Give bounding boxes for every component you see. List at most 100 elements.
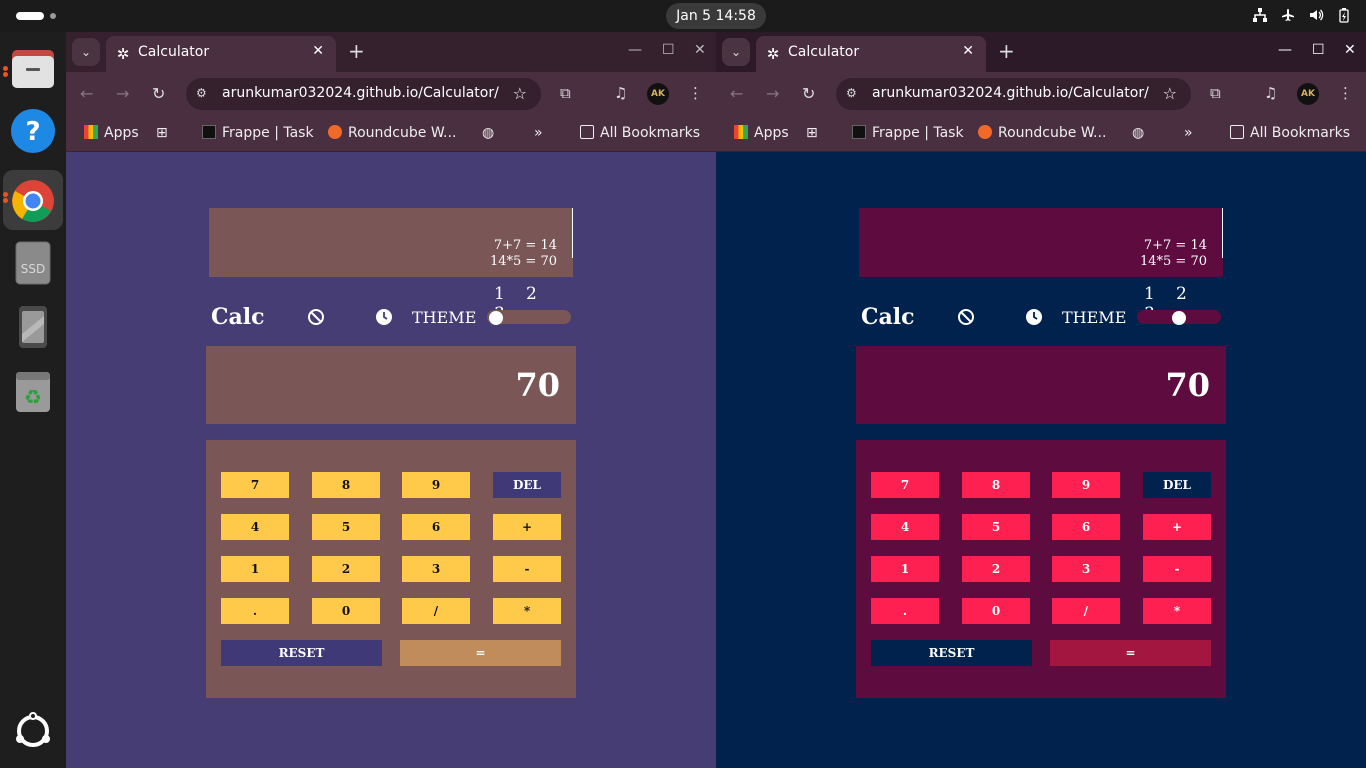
back-icon[interactable]: ← [80,84,93,103]
theme-slider-knob[interactable] [1172,311,1186,325]
bookmark-all[interactable]: All Bookmarks [1230,125,1350,141]
close-tab-icon[interactable]: ✕ [312,43,324,59]
key-0[interactable]: 0 [962,598,1030,624]
theme-slider[interactable] [1137,310,1221,325]
profile-avatar[interactable]: AK [1297,83,1319,105]
bookmark-all[interactable]: All Bookmarks [580,125,700,141]
menu-kebab-icon[interactable]: ⋮ [1338,84,1353,102]
key-5[interactable]: 5 [962,514,1030,540]
key-8[interactable]: 8 [312,472,380,498]
url-text[interactable]: arunkumar032024.github.io/Calculator/ [222,85,499,101]
key-3[interactable]: 3 [1052,556,1120,582]
key-minus[interactable]: - [1143,556,1211,582]
trash-icon[interactable]: ♻ [10,368,56,414]
key-1[interactable]: 1 [871,556,939,582]
bookmark-frappe[interactable]: Frappe | Task [852,125,964,141]
key-plus[interactable]: + [1143,514,1211,540]
key-7[interactable]: 7 [221,472,289,498]
history-clock-icon[interactable] [1025,308,1043,326]
key-decimal[interactable]: . [871,598,939,624]
key-del[interactable]: DEL [1143,472,1211,498]
key-2[interactable]: 2 [312,556,380,582]
key-multiply[interactable]: * [493,598,561,624]
key-minus[interactable]: - [493,556,561,582]
key-multiply[interactable]: * [1143,598,1211,624]
profile-avatar[interactable]: AK [647,83,669,105]
system-tray[interactable] [1252,7,1352,25]
key-6[interactable]: 6 [402,514,470,540]
bookmarks-overflow[interactable]: » [534,125,543,141]
media-controls-icon[interactable]: ♫ [1264,84,1277,102]
key-plus[interactable]: + [493,514,561,540]
equals-button[interactable]: = [1050,640,1211,666]
bookmark-star-icon[interactable]: ☆ [1163,84,1177,103]
address-bar[interactable]: ⚙ arunkumar032024.github.io/Calculator/ … [186,78,541,110]
minimize-icon[interactable]: — [1278,42,1292,58]
key-8[interactable]: 8 [962,472,1030,498]
key-divide[interactable]: / [402,598,470,624]
site-info-icon[interactable]: ⚙ [846,86,857,100]
theme-slider[interactable] [487,310,571,325]
new-tab-button[interactable]: + [998,40,1015,62]
key-7[interactable]: 7 [871,472,939,498]
site-info-icon[interactable]: ⚙ [196,86,207,100]
files-icon[interactable] [10,46,56,92]
url-text[interactable]: arunkumar032024.github.io/Calculator/ [872,85,1149,101]
tab-calculator[interactable]: ✲ Calculator ✕ [106,36,336,72]
maximize-icon[interactable]: ☐ [1312,42,1325,58]
close-window-icon[interactable]: ✕ [1344,42,1356,58]
menu-kebab-icon[interactable]: ⋮ [688,84,703,102]
key-2[interactable]: 2 [962,556,1030,582]
back-icon[interactable]: ← [730,84,743,103]
extensions-icon[interactable]: ⧉ [560,84,571,102]
key-5[interactable]: 5 [312,514,380,540]
clock[interactable]: Jan 5 14:58 [666,3,766,29]
bookmark-apps[interactable]: Apps [734,125,789,141]
key-0[interactable]: 0 [312,598,380,624]
history-clock-icon[interactable] [375,308,393,326]
key-decimal[interactable]: . [221,598,289,624]
tab-search-chevron-icon[interactable]: ⌄ [722,38,750,66]
key-9[interactable]: 9 [402,472,470,498]
new-tab-button[interactable]: + [348,40,365,62]
tab-search-chevron-icon[interactable]: ⌄ [72,38,100,66]
media-controls-icon[interactable]: ♫ [614,84,627,102]
bookmark-roundcube[interactable]: Roundcube W... [328,125,456,141]
address-bar[interactable]: ⚙ arunkumar032024.github.io/Calculator/ … [836,78,1191,110]
help-icon[interactable]: ? [10,108,56,154]
key-3[interactable]: 3 [402,556,470,582]
activities-indicator[interactable] [16,12,44,20]
globe-icon[interactable]: ◍ [482,125,494,141]
minimize-icon[interactable]: — [628,42,642,58]
usb-device-icon[interactable] [10,304,56,350]
reset-button[interactable]: RESET [221,640,382,666]
bookmarks-overflow[interactable]: » [1184,125,1193,141]
reload-icon[interactable]: ↻ [802,84,815,103]
key-del[interactable]: DEL [493,472,561,498]
close-tab-icon[interactable]: ✕ [962,43,974,59]
key-divide[interactable]: / [1052,598,1120,624]
ssd-drive-icon[interactable]: SSD [10,240,56,286]
theme-slider-knob[interactable] [489,311,503,325]
maximize-icon[interactable]: ☐ [662,42,675,58]
extensions-icon[interactable]: ⧉ [1210,84,1221,102]
key-4[interactable]: 4 [871,514,939,540]
clear-history-icon[interactable] [307,308,325,326]
equals-button[interactable]: = [400,640,561,666]
tab-calculator[interactable]: ✲ Calculator ✕ [756,36,986,72]
forward-icon[interactable]: → [766,84,779,103]
chrome-icon[interactable] [10,178,56,224]
reset-button[interactable]: RESET [871,640,1032,666]
close-window-icon[interactable]: ✕ [694,42,706,58]
bookmark-roundcube[interactable]: Roundcube W... [978,125,1106,141]
key-6[interactable]: 6 [1052,514,1120,540]
key-1[interactable]: 1 [221,556,289,582]
bookmark-star-icon[interactable]: ☆ [513,84,527,103]
clear-history-icon[interactable] [957,308,975,326]
ubuntu-apps-icon[interactable] [10,708,56,754]
tab-groups-icon[interactable]: ⊞ [806,125,818,141]
reload-icon[interactable]: ↻ [152,84,165,103]
key-9[interactable]: 9 [1052,472,1120,498]
globe-icon[interactable]: ◍ [1132,125,1144,141]
forward-icon[interactable]: → [116,84,129,103]
